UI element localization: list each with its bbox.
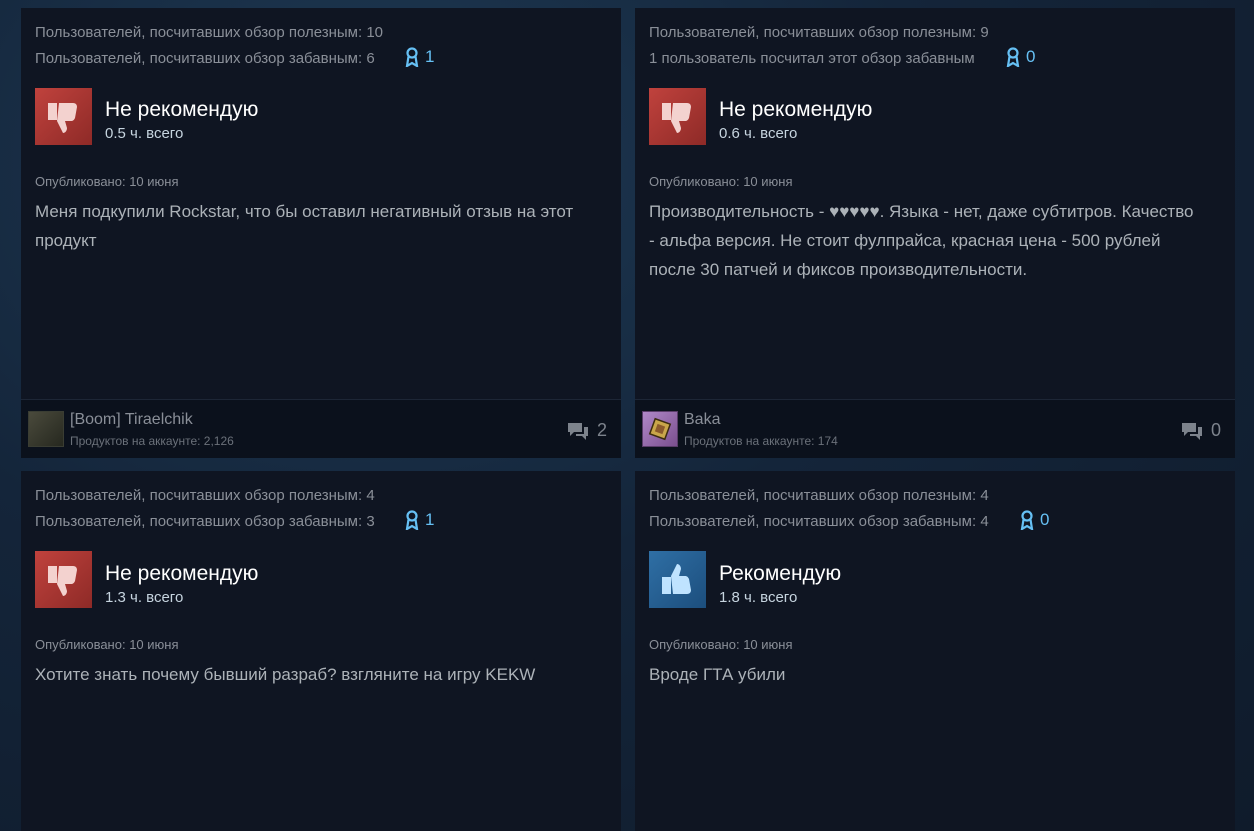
award-badge[interactable]: 1 xyxy=(405,510,434,530)
review-text: Производительность - ♥♥♥♥♥. Языка - нет,… xyxy=(649,202,1194,279)
award-badge[interactable]: 0 xyxy=(1006,47,1035,67)
products-count: Продуктов на аккаунте: 2,126 xyxy=(70,434,234,448)
funny-count: Пользователей, посчитавших обзор забавны… xyxy=(35,50,375,67)
hours-played: 0.6 ч. всего xyxy=(719,125,798,142)
hours-played: 1.8 ч. всего xyxy=(719,589,798,606)
thumbs-down-icon xyxy=(35,551,92,608)
funny-count: Пользователей, посчитавших обзор забавны… xyxy=(35,513,375,530)
hours-played: 0.5 ч. всего xyxy=(105,125,184,142)
verdict-label[interactable]: Не рекомендую xyxy=(105,98,258,122)
award-ribbon-icon xyxy=(405,510,419,530)
award-badge[interactable]: 0 xyxy=(1020,510,1049,530)
review-card[interactable]: Пользователей, посчитавших обзор полезны… xyxy=(21,8,621,458)
author-name[interactable]: Baka xyxy=(684,411,720,429)
award-count: 1 xyxy=(425,47,435,66)
hours-played: 1.3 ч. всего xyxy=(105,589,184,606)
review-text: Меня подкупили Rockstar, что бы оставил … xyxy=(35,202,574,250)
posted-date: Опубликовано: 10 июня xyxy=(35,174,179,189)
award-count: 0 xyxy=(1040,510,1050,529)
review-footer: Baka Продуктов на аккаунте: 174 0 xyxy=(635,399,1235,458)
author-name[interactable]: [Boom] Tiraelchik xyxy=(70,411,193,429)
products-count: Продуктов на аккаунте: 174 xyxy=(684,434,838,448)
review-text: Вроде ГТА убили xyxy=(649,665,786,684)
funny-count: Пользователей, посчитавших обзор забавны… xyxy=(649,513,989,530)
award-count: 1 xyxy=(425,510,435,529)
helpful-count: Пользователей, посчитавших обзор полезны… xyxy=(649,24,989,41)
thumbs-up-icon xyxy=(649,551,706,608)
comments-count: 0 xyxy=(1210,420,1221,440)
review-card[interactable]: Пользователей, посчитавших обзор полезны… xyxy=(635,471,1235,831)
comments-count: 2 xyxy=(596,420,607,440)
posted-date: Опубликовано: 10 июня xyxy=(649,637,793,652)
verdict-label[interactable]: Рекомендую xyxy=(719,562,841,586)
verdict-label[interactable]: Не рекомендую xyxy=(105,562,258,586)
review-card[interactable]: Пользователей, посчитавших обзор полезны… xyxy=(635,8,1235,458)
helpful-count: Пользователей, посчитавших обзор полезны… xyxy=(35,487,375,504)
review-text: Хотите знать почему бывший разраб? взгля… xyxy=(35,665,536,684)
award-badge[interactable]: 1 xyxy=(405,47,434,67)
helpful-count: Пользователей, посчитавших обзор полезны… xyxy=(649,487,989,504)
posted-date: Опубликовано: 10 июня xyxy=(649,174,793,189)
helpful-count: Пользователей, посчитавших обзор полезны… xyxy=(35,24,384,41)
comments-button[interactable]: 0 xyxy=(1180,420,1221,441)
award-ribbon-icon xyxy=(1020,510,1034,530)
avatar[interactable] xyxy=(642,411,678,447)
award-count: 0 xyxy=(1026,47,1036,66)
verdict-label[interactable]: Не рекомендую xyxy=(719,98,872,122)
thumbs-down-icon xyxy=(35,88,92,145)
review-card[interactable]: Пользователей, посчитавших обзор полезны… xyxy=(21,471,621,831)
funny-count: 1 пользователь посчитал этот обзор забав… xyxy=(649,50,975,67)
avatar[interactable] xyxy=(28,411,64,447)
review-footer: [Boom] Tiraelchik Продуктов на аккаунте:… xyxy=(21,399,621,458)
comment-icon xyxy=(1181,422,1202,440)
award-ribbon-icon xyxy=(405,47,419,67)
award-ribbon-icon xyxy=(1006,47,1020,67)
avatar-image xyxy=(648,417,672,441)
comments-button[interactable]: 2 xyxy=(566,420,607,441)
posted-date: Опубликовано: 10 июня xyxy=(35,637,179,652)
thumbs-down-icon xyxy=(649,88,706,145)
comment-icon xyxy=(567,422,588,440)
